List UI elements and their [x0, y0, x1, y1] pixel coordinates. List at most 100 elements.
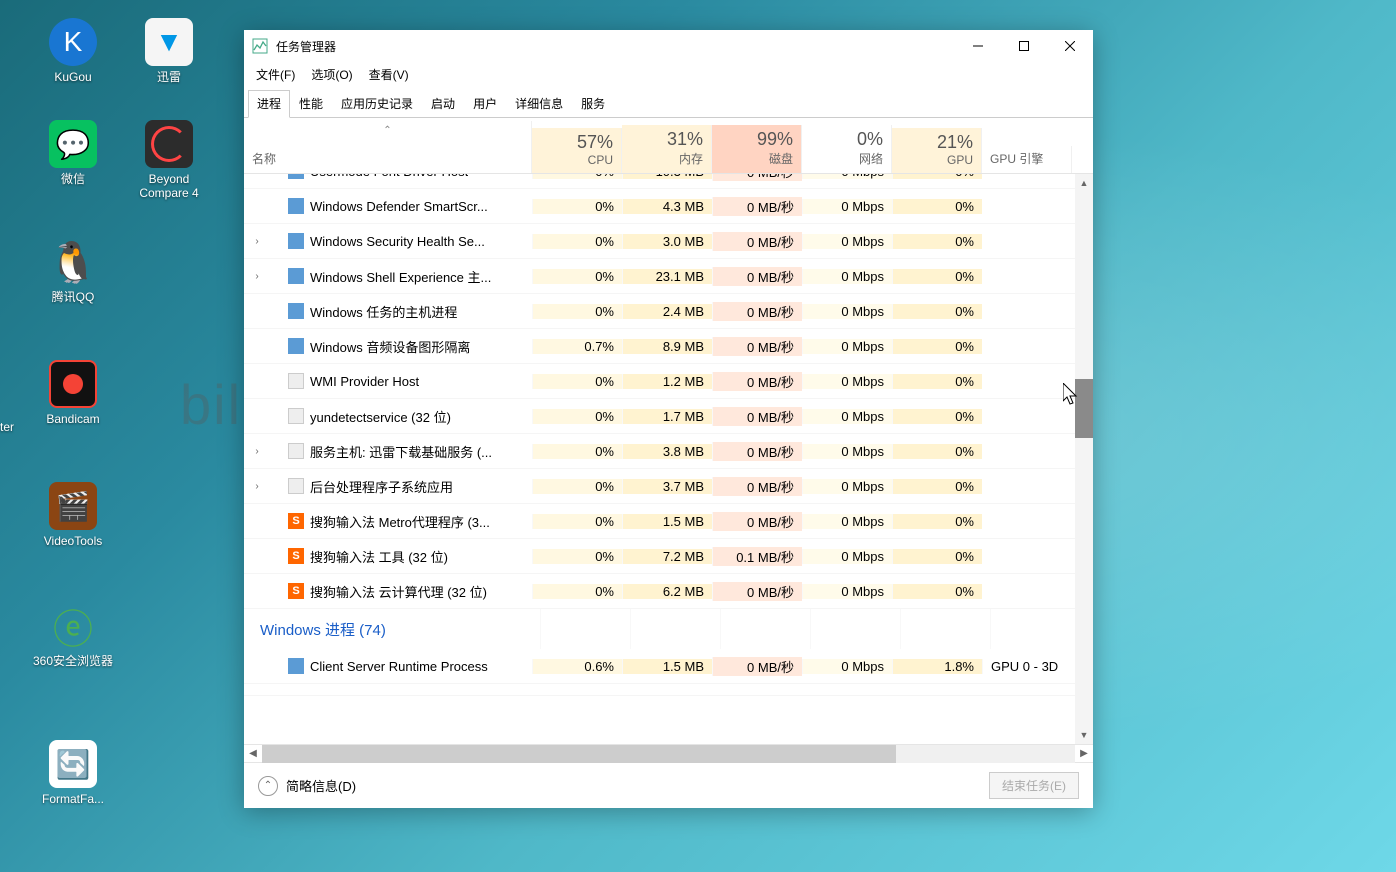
icon-label: 腾讯QQ: [52, 290, 95, 304]
desktop-icon-[interactable]: 💬微信: [28, 120, 118, 186]
horizontal-scrollbar[interactable]: ◀ ▶: [244, 744, 1093, 762]
process-row[interactable]: WMI Provider Host0%1.2 MB0 MB/秒0 Mbps0%: [244, 364, 1075, 399]
app-icon: ⓔ: [49, 602, 97, 650]
hscroll-thumb[interactable]: [262, 745, 896, 763]
icon-label: 360安全浏览器: [33, 654, 113, 668]
process-row[interactable]: S搜狗输入法 云计算代理 (32 位)0%6.2 MB0 MB/秒0 Mbps0…: [244, 574, 1075, 609]
process-row[interactable]: Usermode Font Driver Host0%10.3 MB0 MB/秒…: [244, 174, 1075, 189]
icon-label: 微信: [61, 172, 85, 186]
desktop-icon-beyondcompare4[interactable]: Beyond Compare 4: [124, 120, 214, 201]
menu-options[interactable]: 选项(O): [303, 64, 360, 85]
maximize-button[interactable]: [1001, 30, 1047, 62]
process-row[interactable]: S搜狗输入法 Metro代理程序 (3...0%1.5 MB0 MB/秒0 Mb…: [244, 504, 1075, 539]
cell-network: 0 Mbps: [802, 269, 892, 284]
expand-icon[interactable]: ›: [252, 446, 262, 457]
scroll-right-icon[interactable]: ▶: [1075, 745, 1093, 763]
cell-disk: 0 MB/秒: [712, 267, 802, 286]
icon-label: 迅雷: [157, 70, 181, 84]
process-icon: [288, 408, 304, 424]
expand-icon[interactable]: ›: [252, 236, 262, 247]
close-button[interactable]: [1047, 30, 1093, 62]
hscroll-track[interactable]: [262, 745, 1075, 763]
vertical-scrollbar[interactable]: ▲ ▼: [1075, 174, 1093, 744]
cell-cpu: 0%: [532, 304, 622, 319]
process-row[interactable]: yundetectservice (32 位)0%1.7 MB0 MB/秒0 M…: [244, 399, 1075, 434]
cell-gpu: 0%: [892, 549, 982, 564]
desktop-icon-qq[interactable]: 🐧腾讯QQ: [28, 238, 118, 304]
process-icon: [288, 233, 304, 249]
process-name: 搜狗输入法 工具 (32 位): [310, 547, 448, 566]
header-cpu[interactable]: 57% CPU: [532, 128, 622, 173]
sort-indicator-icon: ⌃: [383, 125, 391, 136]
process-row[interactable]: ›Windows Security Health Se...0%3.0 MB0 …: [244, 224, 1075, 259]
cell-gpu: 0%: [892, 374, 982, 389]
scroll-track[interactable]: [1075, 192, 1093, 726]
cell-network: 0 Mbps: [802, 584, 892, 599]
scroll-left-icon[interactable]: ◀: [244, 745, 262, 763]
process-name: 服务主机: 迅雷下载基础服务 (...: [310, 442, 492, 461]
tab-5[interactable]: 详细信息: [506, 90, 572, 117]
cell-gpu: 0%: [892, 234, 982, 249]
cell-disk: 0 MB/秒: [712, 477, 802, 496]
header-memory[interactable]: 31% 内存: [622, 125, 712, 173]
cell-cpu: 0%: [532, 444, 622, 459]
tab-1[interactable]: 性能: [290, 90, 332, 117]
process-row[interactable]: ›Windows Shell Experience 主...0%23.1 MB0…: [244, 259, 1075, 294]
header-network[interactable]: 0% 网络: [802, 125, 892, 173]
desktop-icon-kugou[interactable]: KKuGou: [28, 18, 118, 84]
process-row[interactable]: ›后台处理程序子系统应用0%3.7 MB0 MB/秒0 Mbps0%: [244, 469, 1075, 504]
process-row[interactable]: Windows Defender SmartScr...0%4.3 MB0 MB…: [244, 189, 1075, 224]
header-disk[interactable]: 99% 磁盘: [712, 125, 802, 173]
tab-4[interactable]: 用户: [464, 90, 506, 117]
cell-cpu: 0.6%: [532, 659, 622, 674]
process-row[interactable]: Windows 任务的主机进程0%2.4 MB0 MB/秒0 Mbps0%: [244, 294, 1075, 329]
process-row[interactable]: Client Server Runtime Process0.6%1.5 MB0…: [244, 649, 1075, 684]
app-icon: K: [49, 18, 97, 66]
cell-cpu: 0%: [532, 584, 622, 599]
process-icon: S: [288, 513, 304, 529]
cell-network: 0 Mbps: [802, 339, 892, 354]
cell-disk: 0 MB/秒: [712, 442, 802, 461]
cell-gpu: 0%: [892, 584, 982, 599]
header-gpu[interactable]: 21% GPU: [892, 128, 982, 173]
process-row[interactable]: S搜狗输入法 工具 (32 位)0%7.2 MB0.1 MB/秒0 Mbps0%: [244, 539, 1075, 574]
desktop-icon-360[interactable]: ⓔ 360安全浏览器: [28, 602, 118, 668]
menu-view[interactable]: 查看(V): [361, 64, 417, 85]
titlebar[interactable]: 任务管理器: [244, 30, 1093, 62]
cell-disk: 0 MB/秒: [712, 407, 802, 426]
process-name: Windows 任务的主机进程: [310, 302, 457, 321]
scroll-thumb[interactable]: [1075, 379, 1093, 438]
header-gpu-engine[interactable]: GPU 引擎: [982, 146, 1072, 173]
tab-2[interactable]: 应用历史记录: [332, 90, 422, 117]
tab-6[interactable]: 服务: [572, 90, 614, 117]
desktop-icon-formatfa[interactable]: 🔄 FormatFa...: [28, 740, 118, 806]
expand-icon[interactable]: ›: [252, 481, 262, 492]
app-icon: 🔄: [49, 740, 97, 788]
cell-network: 0 Mbps: [802, 514, 892, 529]
icon-label: FormatFa...: [42, 792, 104, 806]
menu-file[interactable]: 文件(F): [248, 64, 303, 85]
scroll-up-icon[interactable]: ▲: [1075, 174, 1093, 192]
end-task-button[interactable]: 结束任务(E): [989, 772, 1079, 799]
desktop-icon-bandicam[interactable]: Bandicam: [28, 360, 118, 426]
process-icon: [288, 373, 304, 389]
process-section-header[interactable]: Windows 进程 (74): [244, 609, 1075, 649]
expand-icon[interactable]: ›: [252, 271, 262, 282]
cell-gpu: 0%: [892, 339, 982, 354]
desktop-icon-[interactable]: ▼迅雷: [124, 18, 214, 84]
desktop-icon-videotools[interactable]: 🎬VideoTools: [28, 482, 118, 548]
process-row[interactable]: [244, 684, 1075, 696]
tab-0[interactable]: 进程: [248, 90, 290, 118]
process-row[interactable]: ›服务主机: 迅雷下载基础服务 (...0%3.8 MB0 MB/秒0 Mbps…: [244, 434, 1075, 469]
tab-3[interactable]: 启动: [422, 90, 464, 117]
process-row[interactable]: Windows 音频设备图形隔离0.7%8.9 MB0 MB/秒0 Mbps0%: [244, 329, 1075, 364]
scroll-down-icon[interactable]: ▼: [1075, 726, 1093, 744]
tabbar: 进程性能应用历史记录启动用户详细信息服务: [244, 86, 1093, 118]
cell-memory: 23.1 MB: [622, 269, 712, 284]
app-icon: [145, 120, 193, 168]
fewer-details-button[interactable]: ⌃ 简略信息(D): [258, 776, 356, 796]
cell-disk: 0 MB/秒: [712, 174, 802, 181]
cell-cpu: 0%: [532, 409, 622, 424]
header-name[interactable]: ⌃ 名称: [244, 121, 532, 173]
minimize-button[interactable]: [955, 30, 1001, 62]
